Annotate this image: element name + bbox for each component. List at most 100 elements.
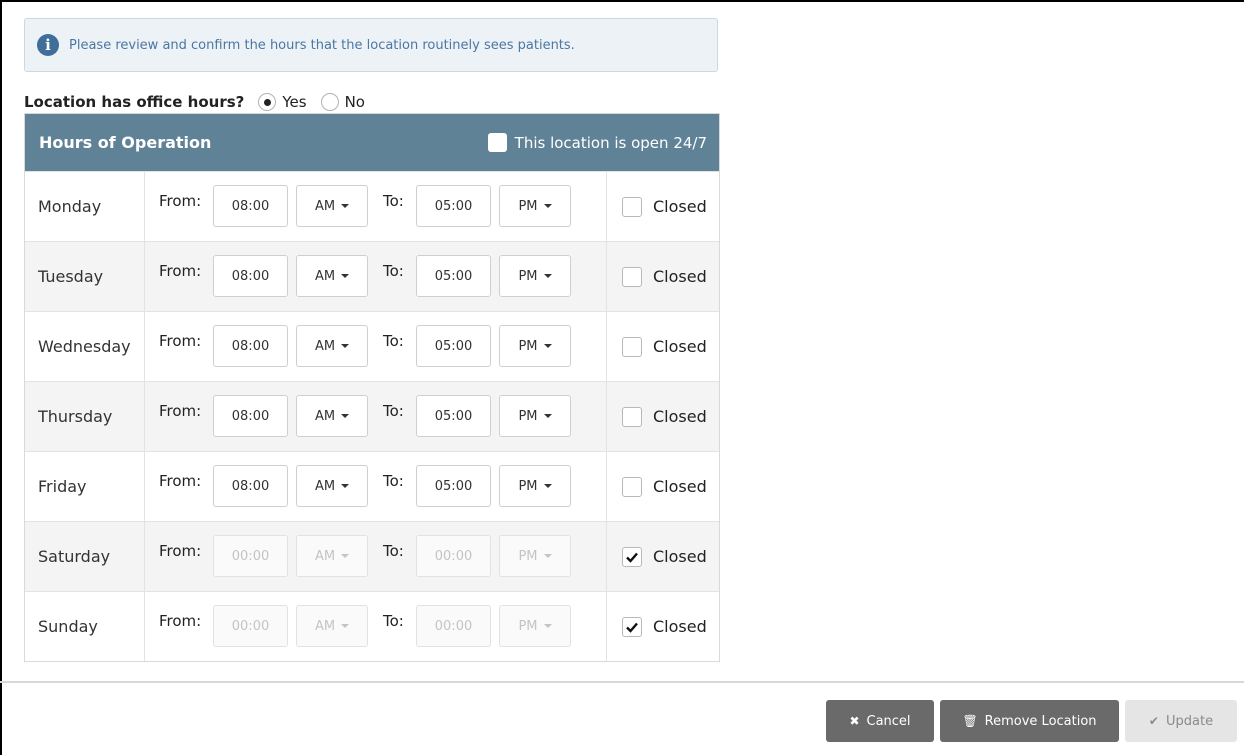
to-label: To:: [383, 402, 404, 420]
to-ampm-value: PM: [518, 408, 538, 424]
closed-label: Closed: [653, 547, 707, 566]
closed-checkbox[interactable]: [622, 616, 642, 637]
check-circle-icon: ✔: [1148, 714, 1159, 728]
to-label: To:: [383, 262, 404, 280]
caret-down-icon: [543, 344, 552, 348]
to-time-value: 05:00: [434, 478, 473, 494]
from-ampm-dropdown[interactable]: AM: [296, 255, 368, 297]
update-button[interactable]: ✔ Update: [1125, 700, 1237, 742]
from-time-input[interactable]: 00:00: [213, 605, 288, 647]
closed-cell[interactable]: Closed: [607, 312, 719, 381]
from-label: From:: [159, 472, 202, 490]
office-hours-label: Location has office hours?: [24, 93, 245, 111]
info-banner: i Please review and confirm the hours th…: [24, 18, 718, 72]
to-time-input[interactable]: 05:00: [416, 185, 491, 227]
caret-down-icon: [543, 204, 552, 208]
from-ampm-dropdown[interactable]: AM: [296, 465, 368, 507]
hours-rows: Monday From: 08:00 AM To: 05:00 PM Close…: [25, 171, 719, 661]
to-ampm-dropdown[interactable]: PM: [499, 605, 571, 647]
closed-cell[interactable]: Closed: [607, 522, 719, 591]
open-24-7-label: This location is open 24/7: [514, 133, 707, 152]
day-times: From: 00:00 AM To: 00:00 PM: [145, 522, 607, 591]
from-ampm-value: AM: [314, 408, 336, 424]
closed-cell[interactable]: Closed: [607, 382, 719, 451]
from-ampm-dropdown[interactable]: AM: [296, 535, 368, 577]
from-label: From:: [159, 262, 202, 280]
closed-checkbox[interactable]: [622, 266, 642, 287]
to-ampm-dropdown[interactable]: PM: [499, 255, 571, 297]
closed-label: Closed: [653, 477, 707, 496]
to-ampm-dropdown[interactable]: PM: [499, 185, 571, 227]
from-time-value: 08:00: [231, 338, 270, 354]
caret-down-icon: [543, 624, 552, 628]
closed-checkbox[interactable]: [622, 476, 642, 497]
footer-divider: [0, 681, 1244, 683]
from-time-input[interactable]: 08:00: [213, 395, 288, 437]
to-time-value: 00:00: [434, 618, 473, 634]
from-time-input[interactable]: 08:00: [213, 185, 288, 227]
closed-checkbox[interactable]: [622, 406, 642, 427]
to-time-input[interactable]: 05:00: [416, 325, 491, 367]
office-hours-no-label[interactable]: No: [345, 93, 365, 111]
to-ampm-dropdown[interactable]: PM: [499, 465, 571, 507]
closed-cell[interactable]: Closed: [607, 452, 719, 521]
from-ampm-dropdown[interactable]: AM: [296, 325, 368, 367]
from-time-input[interactable]: 08:00: [213, 325, 288, 367]
to-time-value: 05:00: [434, 268, 473, 284]
info-circle-icon: i: [37, 34, 59, 56]
to-time-input[interactable]: 05:00: [416, 465, 491, 507]
to-ampm-value: PM: [518, 548, 538, 564]
office-hours-yes-radio[interactable]: [258, 93, 277, 111]
to-ampm-dropdown[interactable]: PM: [499, 535, 571, 577]
caret-down-icon: [341, 274, 350, 278]
to-time-input[interactable]: 00:00: [416, 535, 491, 577]
day-row: Tuesday From: 08:00 AM To: 05:00 PM Clos…: [25, 241, 719, 311]
to-time-input[interactable]: 05:00: [416, 255, 491, 297]
to-time-input[interactable]: 05:00: [416, 395, 491, 437]
window-left-border: [0, 0, 2, 755]
open-24-7-checkbox[interactable]: [487, 133, 507, 152]
cancel-button[interactable]: ✖ Cancel: [826, 700, 934, 742]
from-ampm-dropdown[interactable]: AM: [296, 605, 368, 647]
closed-label: Closed: [653, 617, 707, 636]
day-name: Friday: [25, 452, 145, 521]
to-time-value: 05:00: [434, 338, 473, 354]
from-time-value: 08:00: [231, 268, 270, 284]
from-time-input[interactable]: 08:00: [213, 465, 288, 507]
trash-icon: 🗑: [962, 714, 978, 728]
to-ampm-dropdown[interactable]: PM: [499, 325, 571, 367]
closed-cell[interactable]: Closed: [607, 242, 719, 311]
day-times: From: 08:00 AM To: 05:00 PM: [145, 382, 607, 451]
from-time-input[interactable]: 00:00: [213, 535, 288, 577]
closed-cell[interactable]: Closed: [607, 592, 719, 661]
office-hours-yes-label[interactable]: Yes: [282, 93, 306, 111]
to-time-input[interactable]: 00:00: [416, 605, 491, 647]
from-ampm-value: AM: [314, 268, 336, 284]
closed-cell[interactable]: Closed: [607, 172, 719, 241]
from-ampm-dropdown[interactable]: AM: [296, 395, 368, 437]
caret-down-icon: [341, 484, 350, 488]
from-time-value: 08:00: [231, 408, 270, 424]
from-ampm-value: AM: [314, 478, 336, 494]
remove-label: Remove Location: [984, 713, 1097, 729]
caret-down-icon: [341, 204, 350, 208]
remove-location-button[interactable]: 🗑 Remove Location: [940, 700, 1119, 742]
from-time-input[interactable]: 08:00: [213, 255, 288, 297]
from-label: From:: [159, 612, 202, 630]
to-ampm-value: PM: [518, 268, 538, 284]
closed-label: Closed: [653, 197, 707, 216]
closed-checkbox[interactable]: [622, 336, 642, 357]
close-icon: ✖: [849, 714, 860, 728]
from-label: From:: [159, 402, 202, 420]
caret-down-icon: [341, 554, 350, 558]
closed-checkbox[interactable]: [622, 546, 642, 567]
office-hours-no-radio[interactable]: [320, 93, 339, 111]
day-row: Sunday From: 00:00 AM To: 00:00 PM Close…: [25, 591, 719, 661]
to-ampm-dropdown[interactable]: PM: [499, 395, 571, 437]
open-24-7-toggle[interactable]: This location is open 24/7: [487, 133, 707, 152]
closed-checkbox[interactable]: [622, 196, 642, 217]
day-times: From: 08:00 AM To: 05:00 PM: [145, 172, 607, 241]
caret-down-icon: [543, 274, 552, 278]
from-label: From:: [159, 542, 202, 560]
from-ampm-dropdown[interactable]: AM: [296, 185, 368, 227]
